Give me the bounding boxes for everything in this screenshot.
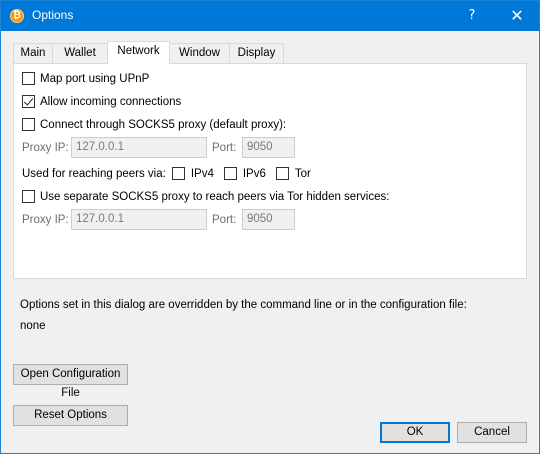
help-button[interactable]: ? [449,1,495,31]
tab-network[interactable]: Network [107,41,170,64]
tor-checkbox[interactable] [275,167,289,180]
overrides-value: none [20,320,46,332]
reach-peers-label: Used for reaching peers via: [22,167,166,180]
reach-peers-row: Used for reaching peers via: IPv4 IPv6 T… [22,167,311,180]
open-config-file-button[interactable]: Open Configuration File [13,364,128,399]
tor-proxy-ip-label: Proxy IP: [22,214,69,226]
network-tab-panel: Map port using UPnP Allow incoming conne… [13,63,527,279]
cancel-button[interactable]: Cancel [457,422,527,443]
tor-proxy-ip-input[interactable]: 127.0.0.1 [71,209,207,230]
proxy-ip-input[interactable]: 127.0.0.1 [71,137,207,158]
allow-incoming-label: Allow incoming connections [40,95,182,108]
ipv4-label: IPv4 [190,167,214,180]
options-dialog: ₿ Options ? ✕ Main Wallet Network Window… [0,0,540,454]
allow-incoming-checkbox[interactable] [22,95,35,108]
socks5-checkbox[interactable] [22,118,35,131]
upnp-checkbox[interactable] [22,72,35,85]
ipv6-checkbox[interactable] [223,167,237,180]
reset-options-button[interactable]: Reset Options [13,405,128,426]
upnp-label: Map port using UPnP [40,72,150,85]
ok-button[interactable]: OK [380,422,450,443]
close-button[interactable]: ✕ [494,1,540,31]
proxy-port-label: Port: [212,142,237,154]
socks5-label: Connect through SOCKS5 proxy (default pr… [40,118,287,131]
window-title: Options [32,8,74,22]
tor-proxy-option[interactable]: Use separate SOCKS5 proxy to reach peers… [22,190,389,203]
tab-main[interactable]: Main [13,43,53,63]
allow-incoming-option[interactable]: Allow incoming connections [22,95,181,108]
overrides-info-text: Options set in this dialog are overridde… [20,299,467,311]
socks5-option[interactable]: Connect through SOCKS5 proxy (default pr… [22,118,286,131]
tab-wallet[interactable]: Wallet [52,43,108,63]
proxy-port-input[interactable]: 9050 [242,137,295,158]
tor-proxy-port-label: Port: [212,214,237,226]
tor-proxy-port-input[interactable]: 9050 [242,209,295,230]
tor-label: Tor [294,167,311,180]
tor-proxy-label: Use separate SOCKS5 proxy to reach peers… [40,190,390,203]
tab-window[interactable]: Window [169,43,230,63]
proxy-ip-label: Proxy IP: [22,142,69,154]
tor-proxy-checkbox[interactable] [22,190,35,203]
title-bar[interactable]: ₿ Options ? ✕ [1,1,539,31]
tab-display[interactable]: Display [229,43,284,63]
ipv6-label: IPv6 [242,167,266,180]
ipv4-checkbox[interactable] [171,167,185,180]
bitcoin-icon: ₿ [10,9,24,23]
upnp-option[interactable]: Map port using UPnP [22,72,149,85]
